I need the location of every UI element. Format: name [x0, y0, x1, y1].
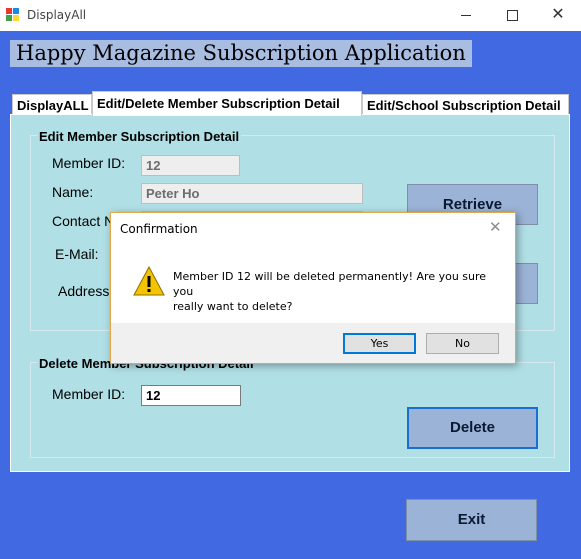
minimize-icon — [461, 15, 471, 16]
no-button[interactable]: No — [426, 333, 499, 354]
address-label: Address: — [58, 283, 114, 299]
delete-button[interactable]: Delete — [407, 407, 538, 449]
minimize-button[interactable] — [443, 0, 489, 31]
title-bar: DisplayAll ✕ — [0, 0, 581, 31]
maximize-button[interactable] — [489, 0, 535, 31]
dialog-close-icon[interactable]: ✕ — [489, 219, 502, 237]
window-title: DisplayAll — [27, 8, 87, 22]
close-icon: ✕ — [551, 6, 565, 23]
tab-edit-school[interactable]: Edit/School Subscription Detail — [362, 94, 569, 116]
yes-button[interactable]: Yes — [343, 333, 416, 354]
dialog-message-line-1: Member ID 12 will be deleted permanently… — [173, 270, 487, 298]
app-banner-title: Happy Magazine Subscription Application — [10, 40, 472, 67]
member-id-field[interactable]: 12 — [141, 155, 240, 176]
dialog-message: Member ID 12 will be deleted permanently… — [173, 269, 503, 314]
dialog-footer: Yes No — [111, 323, 515, 363]
delete-member-id-input[interactable]: 12 — [141, 385, 241, 406]
app-icon — [6, 8, 20, 22]
dialog-message-line-2: really want to delete? — [173, 300, 293, 313]
exit-button[interactable]: Exit — [406, 499, 537, 541]
maximize-icon — [507, 10, 518, 21]
dialog-title: Confirmation — [120, 222, 198, 236]
edit-group-title: Edit Member Subscription Detail — [37, 129, 242, 144]
confirmation-dialog: Confirmation ✕ Member ID 12 will be dele… — [110, 212, 516, 364]
delete-member-id-label: Member ID: — [52, 386, 126, 402]
name-field[interactable]: Peter Ho — [141, 183, 363, 204]
name-label: Name: — [52, 184, 94, 200]
warning-icon — [133, 265, 165, 296]
contact-label: Contact N — [52, 213, 115, 229]
close-button[interactable]: ✕ — [535, 0, 581, 31]
tab-edit-delete-member[interactable]: Edit/Delete Member Subscription Detail — [92, 91, 362, 116]
tab-displayall[interactable]: DisplayALL — [12, 94, 92, 116]
email-label: E-Mail: — [55, 246, 99, 262]
member-id-label: Member ID: — [52, 155, 126, 171]
